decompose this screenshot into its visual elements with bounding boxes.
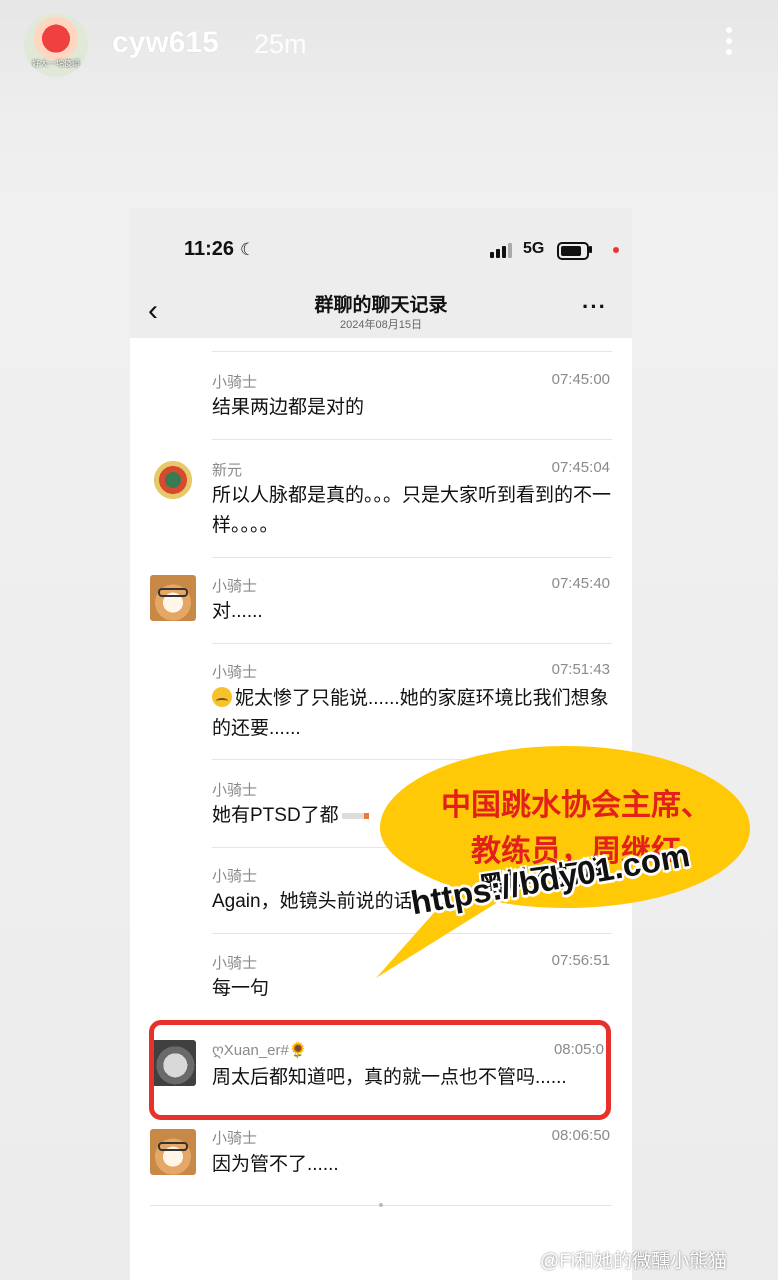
avatar-caption: 好大一坨傻逼 [32,59,80,68]
message-time: 07:45:00 [551,371,610,388]
message-text: 对...... [212,601,263,622]
story-username[interactable]: cyw615 [112,26,219,60]
message-sender: 小骑士 [212,1130,258,1147]
message-time: 07:45:40 [551,575,610,592]
message-text: 因为管不了...... [212,1154,339,1175]
battery-icon [557,242,589,260]
dragon-avatar[interactable] [150,457,196,503]
recording-indicator [613,247,619,253]
divider [212,643,612,644]
list-item[interactable]: 小骑士 08:06:50 因为管不了...... [130,1117,632,1203]
weibo-watermark: @Fi和她的微醺小熊猫 [540,1251,728,1272]
story-header: 好大一坨傻逼 cyw615 25m [0,0,778,90]
divider [212,557,612,558]
focus-moon-icon: ☾ [240,240,256,259]
divider [212,351,612,352]
chat-title: 群聊的聊天记录 [314,295,448,316]
message-sender: 小骑士 [212,578,258,595]
signal-icon [490,242,516,258]
page-indicator [379,1203,383,1207]
dog-avatar[interactable] [150,575,196,621]
bubble-text-line1: 中国跳水协会主席、 [441,789,711,822]
message-time: 07:45:04 [551,459,610,476]
message-sender: 小骑士 [212,664,258,681]
chat-date: 2024年08月15日 [340,319,422,331]
cigarette-icon [341,813,369,819]
crying-face-icon [212,687,232,707]
message-sender: 小骑士 [212,868,258,885]
network-type: 5G [523,240,545,257]
chat-navbar: ‹ 群聊的聊天记录 2024年08月15日 ··· [130,288,632,338]
message-time: 08:06:50 [551,1127,610,1144]
message-text: 妮太惨了只能说......她的家庭环境比我们想象的还要...... [212,687,609,739]
message-sender: 小骑士 [212,782,258,799]
list-item[interactable]: 小骑士 07:45:00 结果两边都是对的 [130,351,632,439]
status-clock: 11:26 [184,238,235,260]
message-sender: 小骑士 [212,374,258,391]
message-sender: 小骑士 [212,955,258,972]
list-item[interactable]: 小骑士 07:45:40 对...... [130,557,632,643]
more-options-icon[interactable] [716,24,742,64]
status-bar: 11:26 ☾ 5G [130,208,632,288]
list-item[interactable]: 新元 07:45:04 所以人脉都是真的。。。只是大家听到看到的不一样。。。。 [130,439,632,557]
divider [212,439,612,440]
message-sender: 新元 [212,462,243,479]
story-elapsed-time: 25m [254,29,307,59]
message-text: 所以人脉都是真的。。。只是大家听到看到的不一样。。。。 [212,485,612,536]
highlight-frame [149,1020,611,1120]
message-text: 结果两边都是对的 [212,397,365,418]
dog-avatar[interactable] [150,1129,196,1175]
message-time: 07:51:43 [551,661,610,678]
story-avatar[interactable]: 好大一坨傻逼 [24,13,88,77]
more-menu-icon[interactable]: ··· [582,294,607,320]
